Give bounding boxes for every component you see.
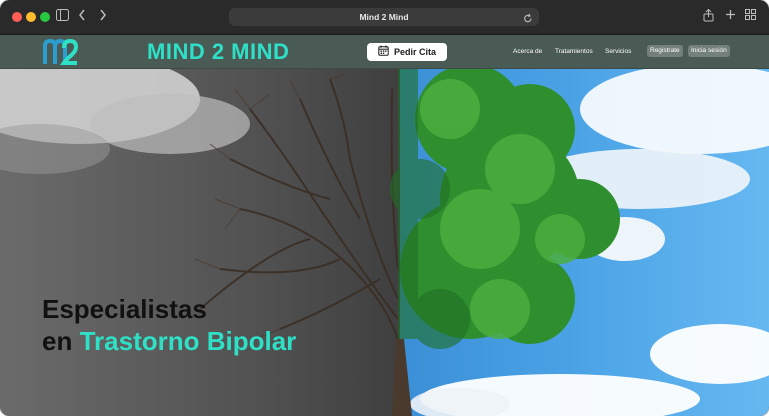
address-text: Mind 2 Mind	[359, 12, 409, 22]
headline-highlight: Trastorno Bipolar	[79, 326, 297, 356]
nav-link-tratamientos[interactable]: Tratamientos	[555, 47, 593, 56]
hero-image	[0, 69, 769, 416]
headline-line-2: en Trastorno Bipolar	[42, 325, 296, 357]
reload-icon[interactable]	[523, 11, 533, 29]
new-tab-icon[interactable]	[725, 9, 736, 20]
pedir-cita-label: Pedir Cita	[393, 47, 436, 57]
forward-icon[interactable]	[99, 9, 107, 21]
calendar-icon	[378, 43, 389, 61]
back-icon[interactable]	[78, 9, 86, 21]
m2-logo-icon[interactable]	[42, 38, 80, 71]
nav-link-servicios[interactable]: Servicios	[605, 47, 631, 56]
browser-window: Mind 2 Mind MIND 2 MIND Pedir Cita Acerc…	[0, 0, 769, 416]
register-button[interactable]: Registrate	[647, 45, 683, 57]
minimize-window-button[interactable]	[26, 12, 36, 22]
address-bar[interactable]: Mind 2 Mind	[229, 8, 539, 26]
login-button[interactable]: Inicia sesión	[688, 45, 730, 57]
share-icon[interactable]	[703, 9, 714, 22]
nav-link-acerca-de[interactable]: Acerca de	[513, 47, 542, 56]
brand-title[interactable]: MIND 2 MIND	[147, 40, 289, 64]
sidebar-toggle-icon[interactable]	[56, 9, 69, 21]
zoom-window-button[interactable]	[40, 12, 50, 22]
tab-overview-icon[interactable]	[745, 9, 756, 20]
headline-prefix: en	[42, 326, 80, 356]
close-window-button[interactable]	[12, 12, 22, 22]
pedir-cita-button[interactable]: Pedir Cita	[367, 43, 447, 61]
site-navbar: MIND 2 MIND Pedir Cita Acerca de Tratami…	[0, 35, 769, 69]
hero-headline: Especialistas en Trastorno Bipolar	[42, 293, 296, 357]
headline-line-1: Especialistas	[42, 294, 207, 324]
browser-toolbar: Mind 2 Mind	[0, 0, 769, 35]
hero-banner: Especialistas en Trastorno Bipolar	[0, 69, 769, 416]
